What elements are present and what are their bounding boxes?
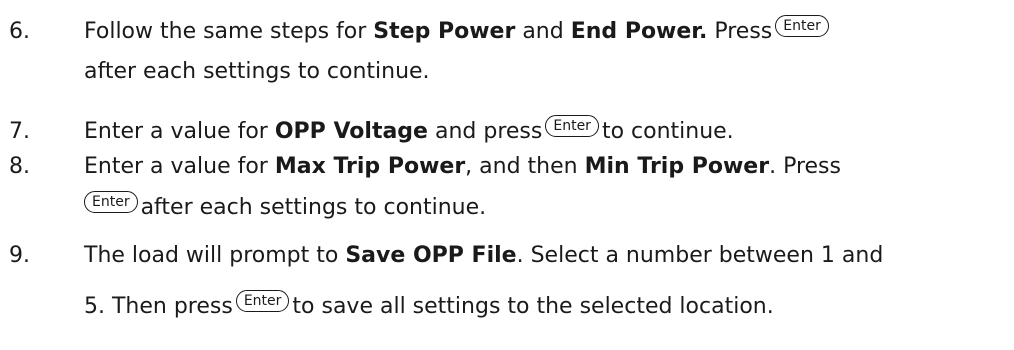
step-number: 7. — [9, 119, 30, 144]
bold-term: Min Trip Power — [584, 154, 770, 179]
step-9-line-1: The load will prompt to Save OPP File. S… — [84, 241, 883, 271]
step-number: 9. — [9, 243, 30, 268]
text: and — [515, 19, 571, 44]
enter-key-icon: Enter — [775, 15, 829, 37]
step-8-line-1: Enter a value for Max Trip Power, and th… — [84, 152, 841, 182]
text: after each settings to continue. — [84, 59, 430, 84]
bold-term: Step Power — [373, 19, 516, 44]
enter-key-icon: Enter — [235, 290, 290, 312]
text: and press — [427, 119, 543, 144]
step-8-line-2: Enter after each settings to continue. — [84, 191, 487, 223]
bold-term: End Power. — [570, 19, 708, 44]
text: 5. Then press — [84, 294, 233, 319]
text: Follow the same steps for — [84, 19, 374, 44]
text: . Select a number between 1 and — [516, 243, 884, 268]
enter-key-icon: Enter — [545, 115, 599, 137]
step-number: 6. — [9, 19, 30, 44]
text: . Press — [769, 154, 841, 179]
step-6-line-1: Follow the same steps for Step Power and… — [84, 15, 832, 47]
text: to save all settings to the selected loc… — [292, 294, 774, 319]
text: to continue. — [601, 119, 734, 144]
step-9-line-2: 5. Then press Enter to save all settings t… — [84, 290, 774, 322]
bold-term: Max Trip Power — [274, 154, 466, 179]
step-number: 8. — [9, 154, 30, 179]
step-7-line-1: Enter a value for OPP Voltage and press E… — [84, 115, 734, 147]
bold-term: Save OPP File — [345, 243, 517, 268]
text: The load will prompt to — [84, 243, 346, 268]
enter-key-icon: Enter — [84, 191, 138, 213]
text: after each settings to continue. — [140, 195, 487, 220]
step-6-line-2: after each settings to continue. — [84, 57, 430, 87]
text: , and then — [465, 154, 585, 179]
bold-term: OPP Voltage — [274, 119, 428, 144]
instruction-list: 6. Follow the same steps for Step Power … — [0, 0, 1014, 350]
text: Enter a value for — [84, 154, 275, 179]
text: Press — [707, 19, 773, 44]
text: Enter a value for — [84, 119, 275, 144]
